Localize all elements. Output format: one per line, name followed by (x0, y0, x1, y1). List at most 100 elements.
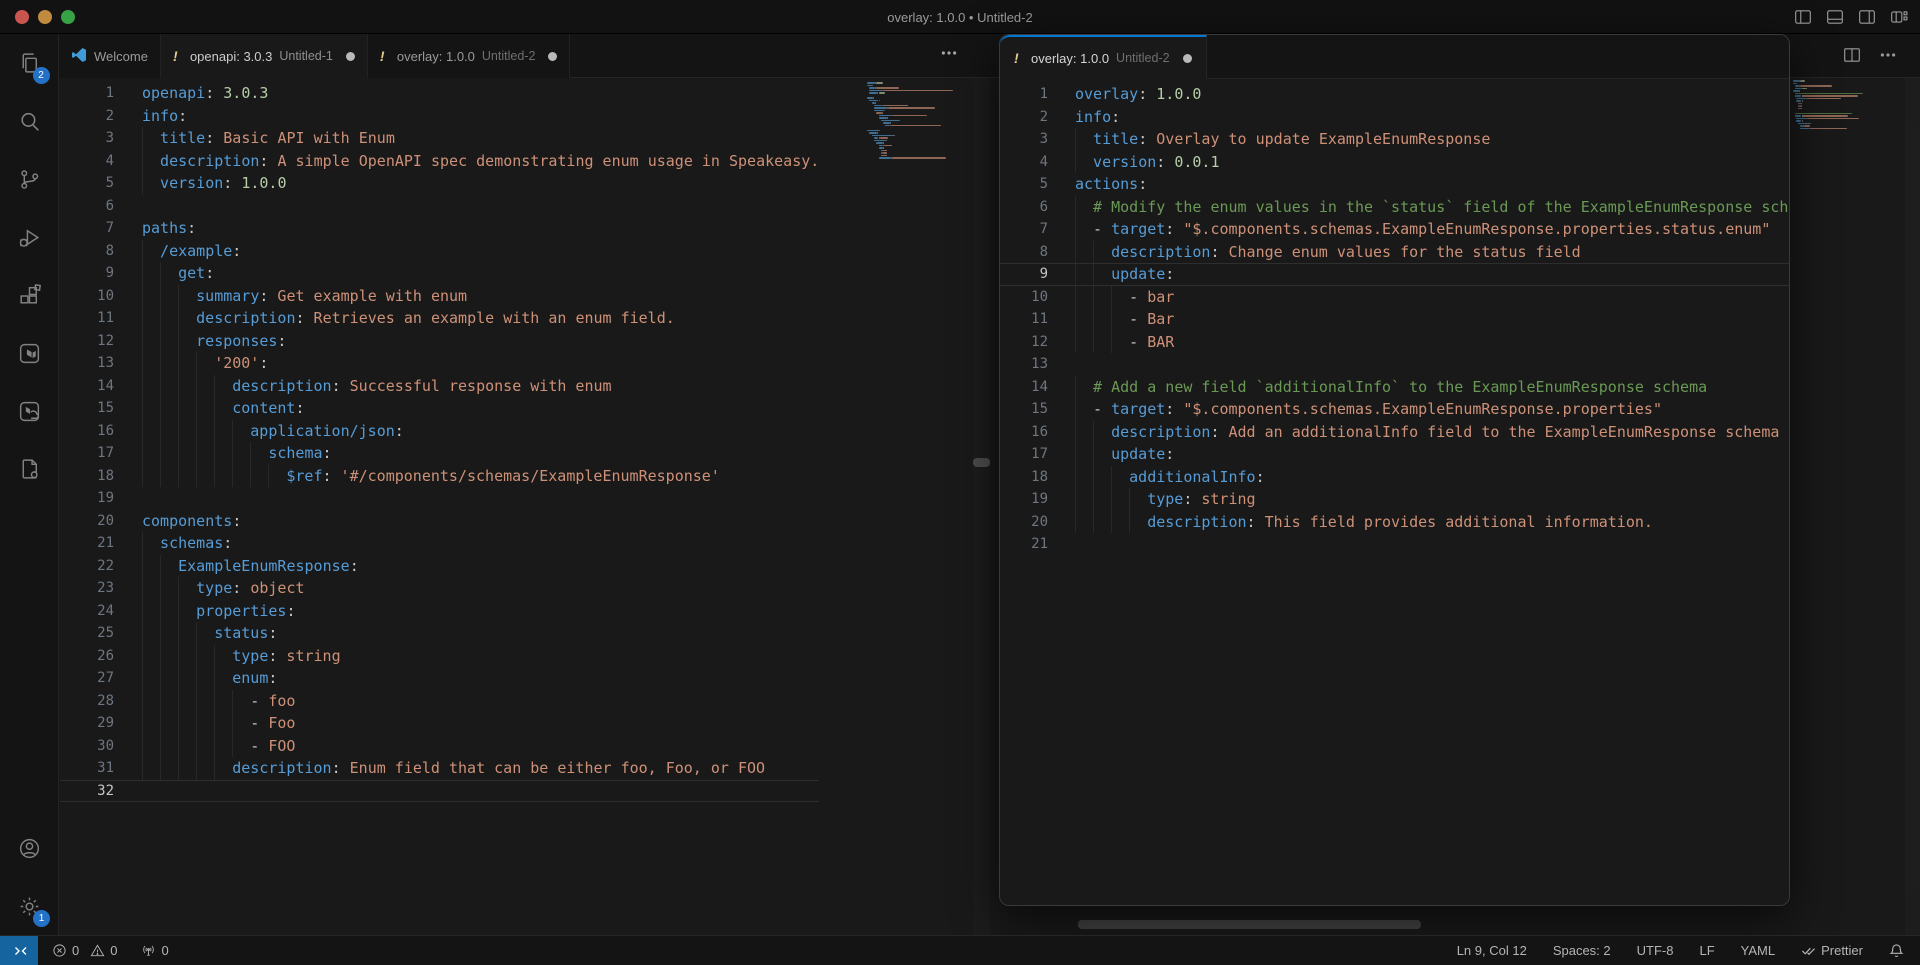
line-number: 14 (1000, 376, 1048, 399)
line-text: update: (1075, 443, 1174, 466)
line-number: 19 (60, 487, 114, 510)
line-text: info: (1075, 106, 1120, 129)
tab-welcome[interactable]: Welcome (59, 34, 161, 78)
radio-tower-icon (141, 943, 156, 958)
double-check-icon (1801, 943, 1816, 958)
code-line: 10summary: Get example with enum (60, 285, 819, 308)
line-number: 11 (60, 307, 114, 330)
toggle-secondary-sidebar-icon[interactable] (1858, 8, 1876, 26)
status-right: Ln 9, Col 12 Spaces: 2 UTF-8 LF YAML Prettier (1457, 943, 1904, 958)
status-label: Prettier (1821, 943, 1863, 958)
status-item-bell[interactable] (1889, 943, 1904, 958)
scrollbar-handle[interactable] (973, 458, 990, 467)
line-text: ExampleEnumResponse: (142, 555, 359, 578)
activity-item-search-icon[interactable] (0, 92, 59, 150)
activity-item-extensions-icon[interactable] (0, 266, 59, 324)
scrollbar-track[interactable] (973, 78, 990, 935)
line-text: additionalInfo: (1075, 466, 1265, 489)
line-text: application/json: (142, 420, 404, 443)
line-number: 3 (60, 127, 114, 150)
editor-more-actions-icon[interactable] (940, 44, 958, 67)
floating-tab-overlay-1-0-0[interactable]: !overlay: 1.0.0Untitled-2 (1000, 35, 1207, 79)
line-text: /example: (142, 240, 241, 263)
line-text: version: 1.0.0 (142, 172, 286, 195)
ports-count: 0 (161, 943, 168, 958)
code-line: 17update: (1000, 443, 1789, 466)
split-editor-icon[interactable] (1843, 46, 1861, 64)
editor-overlay[interactable]: 1overlay: 1.0.02info:3title: Overlay to … (1000, 79, 1789, 905)
line-number: 30 (60, 735, 114, 758)
status-item-prettier[interactable]: Prettier (1801, 943, 1863, 958)
modified-dot-icon[interactable] (1183, 54, 1192, 63)
code-line: 28- foo (60, 690, 819, 713)
line-number: 11 (1000, 308, 1048, 331)
line-text: description: Successful response with en… (142, 375, 612, 398)
customize-layout-icon[interactable] (1890, 8, 1908, 26)
activity-item-terraform-icon[interactable] (0, 324, 59, 382)
code-line: 18additionalInfo: (1000, 466, 1789, 489)
tab-label: overlay: 1.0.0 (1031, 51, 1109, 66)
line-number: 24 (60, 600, 114, 623)
code-line: 24properties: (60, 600, 819, 623)
line-text: version: 0.0.1 (1075, 151, 1219, 174)
status-item-yaml[interactable]: YAML (1741, 943, 1775, 958)
activity-item-source-control-icon[interactable] (0, 150, 59, 208)
code-line: 32 (60, 780, 819, 803)
line-number: 10 (1000, 286, 1048, 309)
code-line: 16description: Add an additionalInfo fie… (1000, 421, 1789, 444)
line-number: 32 (60, 780, 114, 803)
activity-item-terraform-cloud-icon[interactable] (0, 382, 59, 440)
editor-openapi[interactable]: 1openapi: 3.0.32info:3title: Basic API w… (60, 78, 990, 935)
activity-item-explorer-icon[interactable]: 2 (0, 34, 59, 92)
line-text: type: object (142, 577, 305, 600)
activity-item-settings-icon[interactable]: 1 (0, 877, 59, 935)
code-line: 18$ref: '#/components/schemas/ExampleEnu… (60, 465, 819, 488)
remote-indicator[interactable] (0, 936, 38, 965)
line-number: 15 (1000, 398, 1048, 421)
activity-item-accounts-icon[interactable] (0, 819, 59, 877)
ports-indicator[interactable]: 0 (141, 943, 168, 958)
line-number: 31 (60, 757, 114, 780)
editor-tabs: Welcome!openapi: 3.0.3Untitled-1!overlay… (59, 34, 570, 78)
tab-detail: Untitled-2 (482, 49, 536, 63)
tab-openapi-3-0-3[interactable]: !openapi: 3.0.3Untitled-1 (161, 34, 368, 78)
status-label: Ln 9, Col 12 (1457, 943, 1527, 958)
problems-indicator[interactable]: 0 0 (52, 943, 117, 958)
code-line: 8/example: (60, 240, 819, 263)
warning-icon (90, 943, 105, 958)
modified-dot-icon[interactable] (548, 52, 557, 61)
line-number: 21 (60, 532, 114, 555)
more-actions-icon[interactable] (1879, 46, 1897, 64)
right-minimap[interactable] (1793, 80, 1905, 240)
code-line: 25status: (60, 622, 819, 645)
code-line: 8description: Change enum values for the… (1000, 241, 1789, 264)
status-item-lf[interactable]: LF (1699, 943, 1714, 958)
status-label: Spaces: 2 (1553, 943, 1611, 958)
tab-overlay-1-0-0[interactable]: !overlay: 1.0.0Untitled-2 (368, 34, 571, 78)
status-item-utf-8[interactable]: UTF-8 (1637, 943, 1674, 958)
line-text: title: Overlay to update ExampleEnumResp… (1075, 128, 1490, 151)
status-item-spaces-2[interactable]: Spaces: 2 (1553, 943, 1611, 958)
right-scrollbar[interactable] (1905, 78, 1920, 935)
line-text: description: Add an additionalInfo field… (1075, 421, 1779, 444)
horizontal-scrollbar[interactable] (1078, 920, 1421, 929)
error-count: 0 (72, 943, 79, 958)
line-text: - target: "$.components.schemas.ExampleE… (1075, 218, 1770, 241)
toggle-primary-sidebar-icon[interactable] (1794, 8, 1812, 26)
activity-item-cpp-tools-icon[interactable] (0, 440, 59, 498)
badge: 2 (33, 67, 50, 84)
minimap[interactable] (867, 82, 961, 282)
badge: 1 (33, 910, 50, 927)
line-number: 6 (1000, 196, 1048, 219)
line-number: 27 (60, 667, 114, 690)
status-item-ln-9-col-12[interactable]: Ln 9, Col 12 (1457, 943, 1527, 958)
code-line: 13 (1000, 353, 1789, 376)
activity-item-run-debug-icon[interactable] (0, 208, 59, 266)
toggle-panel-icon[interactable] (1826, 8, 1844, 26)
code-line: 23type: object (60, 577, 819, 600)
modified-dot-icon[interactable] (346, 52, 355, 61)
line-text: type: string (142, 645, 341, 668)
code-line: 21schemas: (60, 532, 819, 555)
line-number: 1 (60, 82, 114, 105)
line-number: 13 (60, 352, 114, 375)
